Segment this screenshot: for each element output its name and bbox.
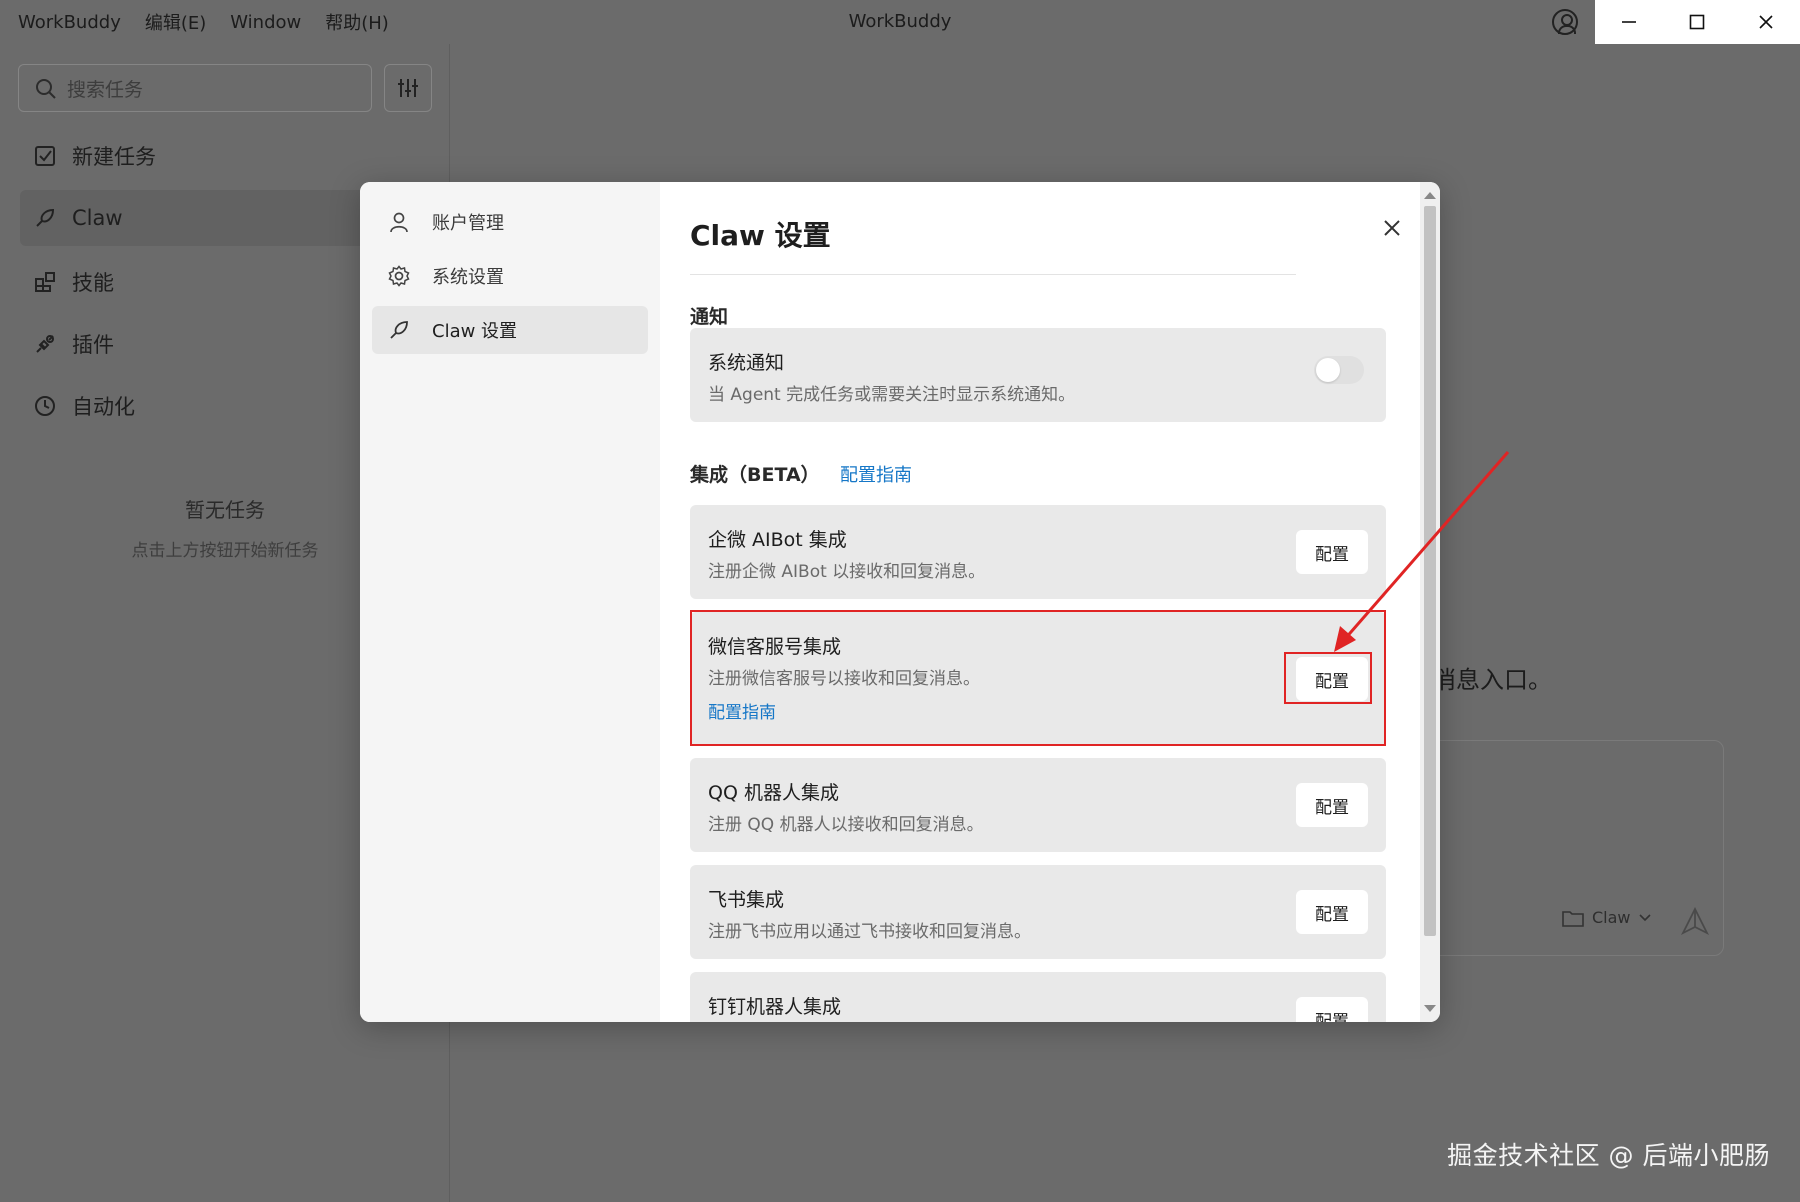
integration-card-feishu: 飞书集成 注册飞书应用以通过飞书接收和回复消息。 配置 — [690, 865, 1386, 959]
card-description: 当 Agent 完成任务或需要关注时显示系统通知。 — [708, 385, 1076, 405]
chevron-down-icon — [1638, 913, 1651, 921]
card-title: 企微 AIBot 集成 — [708, 529, 847, 551]
scroll-down-icon[interactable] — [1424, 1005, 1436, 1012]
system-notification-card: 系统通知 当 Agent 完成任务或需要关注时显示系统通知。 — [690, 328, 1386, 422]
settings-icon — [388, 265, 410, 287]
minimize-icon — [1622, 21, 1637, 23]
sidebar-item-label: 技能 — [72, 271, 114, 295]
configure-button[interactable]: 配置 — [1296, 890, 1368, 934]
menu-bar: WorkBuddy 编辑(E) Window 帮助(H) — [18, 0, 389, 44]
settings-nav-label: Claw 设置 — [432, 321, 518, 342]
close-dialog-icon[interactable] — [1380, 216, 1404, 240]
folder-label: Claw — [1592, 908, 1631, 927]
folder-icon — [1562, 910, 1584, 927]
card-title: 系统通知 — [708, 352, 785, 374]
settings-nav: 账户管理 系统设置 Claw 设置 — [360, 182, 660, 1022]
maximize-icon — [1690, 14, 1705, 30]
skills-icon — [35, 272, 55, 292]
sidebar-item-new-task[interactable]: 新建任务 — [20, 128, 450, 184]
plugin-icon — [36, 335, 54, 353]
title-bar: WorkBuddy 编辑(E) Window 帮助(H) WorkBuddy — [0, 0, 1800, 44]
divider — [690, 274, 1296, 275]
sidebar-item-label: 自动化 — [72, 395, 135, 419]
filter-button[interactable] — [384, 64, 432, 112]
card-title: 钉钉机器人集成 — [708, 996, 842, 1018]
settings-nav-system[interactable]: 系统设置 — [372, 252, 648, 300]
menu-edit[interactable]: 编辑(E) — [145, 9, 206, 35]
highlight-button-box — [1284, 652, 1372, 704]
settings-content: Claw 设置 通知 系统通知 当 Agent 完成任务或需要关注时显示系统通知… — [660, 182, 1420, 1022]
settings-nav-account[interactable]: 账户管理 — [372, 198, 648, 246]
clock-icon — [35, 396, 55, 416]
integration-section-title: 集成（BETA） — [690, 464, 820, 486]
scrollbar[interactable] — [1420, 182, 1440, 1022]
folder-selector[interactable]: Claw — [1562, 908, 1651, 927]
integration-card-qq: QQ 机器人集成 注册 QQ 机器人以接收和回复消息。 配置 — [690, 758, 1386, 852]
search-icon — [36, 79, 56, 99]
integration-card-dingtalk: 钉钉机器人集成 配置 — [690, 972, 1386, 1022]
highlight-box — [690, 610, 1386, 746]
minimize-button[interactable] — [1595, 0, 1663, 44]
maximize-button[interactable] — [1663, 0, 1731, 44]
menu-help[interactable]: 帮助(H) — [325, 9, 389, 35]
card-title: 飞书集成 — [708, 889, 785, 911]
integration-card-wecom: 企微 AIBot 集成 注册企微 AIBot 以接收和回复消息。 配置 — [690, 505, 1386, 599]
card-description: 注册 QQ 机器人以接收和回复消息。 — [708, 815, 984, 835]
scrollbar-thumb[interactable] — [1424, 206, 1436, 936]
send-icon[interactable] — [1680, 906, 1710, 936]
new-task-icon — [35, 146, 55, 166]
sidebar-item-label: Claw — [72, 206, 123, 230]
settings-nav-label: 系统设置 — [432, 267, 504, 288]
background-message: 消息入口。 — [1432, 666, 1552, 694]
window-controls — [1595, 0, 1800, 44]
settings-dialog: 账户管理 系统设置 Claw 设置 Claw 设置 通知 系统通知 当 Agen… — [360, 182, 1440, 1022]
watermark: 掘金技术社区 @ 后端小肥肠 — [1447, 1141, 1770, 1170]
card-title: QQ 机器人集成 — [708, 782, 839, 804]
sidebar-item-label: 新建任务 — [72, 145, 156, 169]
card-description: 注册飞书应用以通过飞书接收和回复消息。 — [708, 922, 1031, 942]
configure-button[interactable]: 配置 — [1296, 783, 1368, 827]
sidebar-item-label: 插件 — [72, 333, 114, 357]
settings-nav-label: 账户管理 — [432, 213, 504, 234]
dialog-title: Claw 设置 — [690, 219, 831, 252]
menu-app[interactable]: WorkBuddy — [18, 12, 121, 33]
account-icon[interactable] — [1552, 9, 1578, 35]
system-notification-toggle[interactable] — [1314, 356, 1364, 384]
close-window-button[interactable] — [1732, 0, 1800, 44]
claw-icon — [36, 208, 55, 227]
search-input[interactable]: 搜索任务 — [18, 64, 372, 112]
integration-guide-link[interactable]: 配置指南 — [840, 461, 912, 487]
close-icon — [1759, 15, 1773, 29]
configure-button[interactable]: 配置 — [1296, 997, 1368, 1022]
user-icon — [390, 212, 408, 233]
menu-window[interactable]: Window — [230, 12, 301, 33]
claw-icon — [390, 321, 408, 339]
card-description: 注册企微 AIBot 以接收和回复消息。 — [708, 562, 986, 582]
notification-section-title: 通知 — [690, 306, 729, 328]
search-placeholder: 搜索任务 — [67, 78, 144, 101]
scroll-up-icon[interactable] — [1424, 192, 1436, 199]
configure-button[interactable]: 配置 — [1296, 530, 1368, 574]
sliders-icon — [398, 79, 418, 97]
settings-nav-claw[interactable]: Claw 设置 — [372, 306, 648, 354]
